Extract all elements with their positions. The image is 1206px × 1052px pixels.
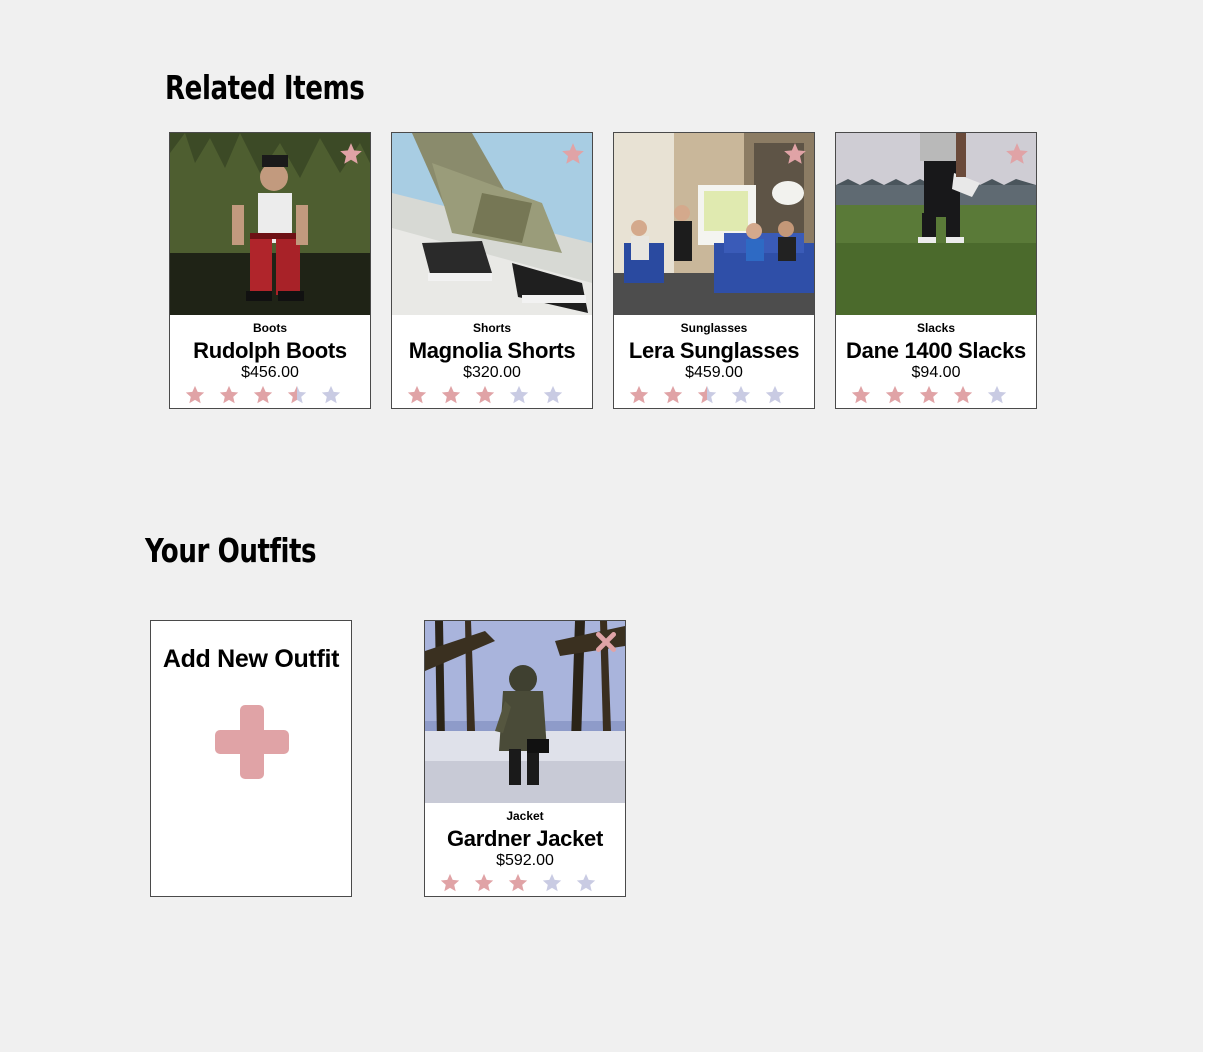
product-name: Gardner Jacket bbox=[447, 826, 603, 851]
star-rating bbox=[184, 384, 364, 406]
star-icon[interactable] bbox=[560, 141, 586, 167]
star-icon[interactable] bbox=[338, 141, 364, 167]
rating-star-icon bbox=[543, 385, 563, 404]
rating-star-icon bbox=[953, 385, 973, 404]
close-icon[interactable] bbox=[593, 629, 619, 655]
product-price: $592.00 bbox=[496, 852, 554, 869]
rating-star-icon bbox=[441, 385, 461, 404]
rating-star-icon bbox=[629, 385, 649, 404]
plus-icon[interactable] bbox=[213, 703, 291, 781]
rating-star-icon bbox=[508, 873, 528, 892]
rating-star-icon bbox=[697, 385, 717, 404]
star-rating bbox=[439, 872, 619, 894]
product-category: Slacks bbox=[916, 321, 956, 335]
rating-star-icon bbox=[185, 385, 205, 404]
product-category: Sunglasses bbox=[680, 321, 748, 335]
rating-star-icon bbox=[475, 385, 495, 404]
rating-star-icon bbox=[765, 385, 785, 404]
star-rating bbox=[628, 384, 808, 406]
rating-star-icon bbox=[987, 385, 1007, 404]
rating-star-icon bbox=[542, 873, 562, 892]
rating-star-icon bbox=[851, 385, 871, 404]
star-icon[interactable] bbox=[782, 141, 808, 167]
rating-star-icon bbox=[287, 385, 307, 404]
rating-star-icon bbox=[663, 385, 683, 404]
product-category: Shorts bbox=[472, 321, 511, 335]
outfit-card[interactable]: Jacket Gardner Jacket $592.00 bbox=[424, 620, 626, 897]
related-items-title: Related Items bbox=[165, 68, 365, 107]
rating-star-icon bbox=[474, 873, 494, 892]
your-outfits-title: Your Outfits bbox=[145, 531, 317, 570]
rating-star-icon bbox=[731, 385, 751, 404]
product-name: Rudolph Boots bbox=[193, 338, 347, 363]
rating-star-icon bbox=[253, 385, 273, 404]
product-price: $456.00 bbox=[241, 364, 299, 381]
rating-star-icon bbox=[219, 385, 239, 404]
rating-star-icon bbox=[885, 385, 905, 404]
product-price: $94.00 bbox=[911, 364, 961, 381]
rating-star-icon bbox=[321, 385, 341, 404]
add-outfit-button[interactable]: Add New Outfit bbox=[150, 620, 352, 897]
related-card[interactable]: Shorts Magnolia Shorts $320.00 bbox=[391, 132, 593, 409]
product-category: Boots bbox=[253, 321, 287, 335]
related-card[interactable]: Slacks Dane 1400 Slacks $94.00 bbox=[835, 132, 1037, 409]
rating-star-icon bbox=[440, 873, 460, 892]
rating-star-icon bbox=[509, 385, 529, 404]
star-icon[interactable] bbox=[1004, 141, 1030, 167]
add-outfit-label: Add New Outfit bbox=[162, 645, 340, 673]
product-category: Jacket bbox=[506, 809, 544, 823]
product-name: Magnolia Shorts bbox=[408, 338, 576, 363]
rating-star-icon bbox=[576, 873, 596, 892]
related-card[interactable]: Boots Rudolph Boots $456.00 bbox=[169, 132, 371, 409]
star-rating bbox=[406, 384, 586, 406]
related-card[interactable]: Sunglasses Lera Sunglasses $459.00 bbox=[613, 132, 815, 409]
rating-star-icon bbox=[407, 385, 427, 404]
product-name: Lera Sunglasses bbox=[628, 338, 800, 363]
product-price: $320.00 bbox=[463, 364, 521, 381]
rating-star-icon bbox=[919, 385, 939, 404]
star-rating bbox=[850, 384, 1030, 406]
product-price: $459.00 bbox=[685, 364, 743, 381]
product-name: Dane 1400 Slacks bbox=[846, 338, 1026, 363]
